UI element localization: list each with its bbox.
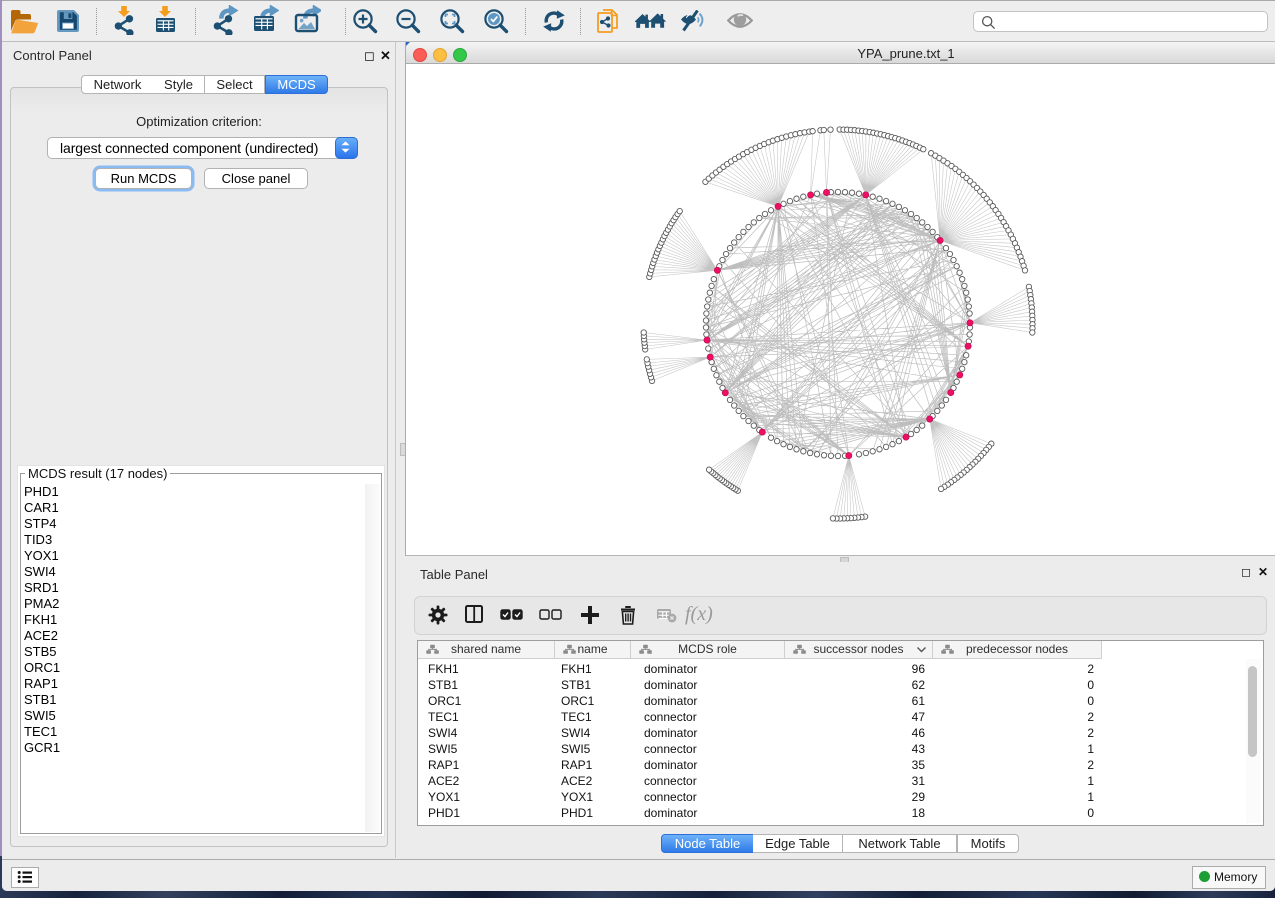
svg-text:f(x): f(x) <box>685 604 713 625</box>
